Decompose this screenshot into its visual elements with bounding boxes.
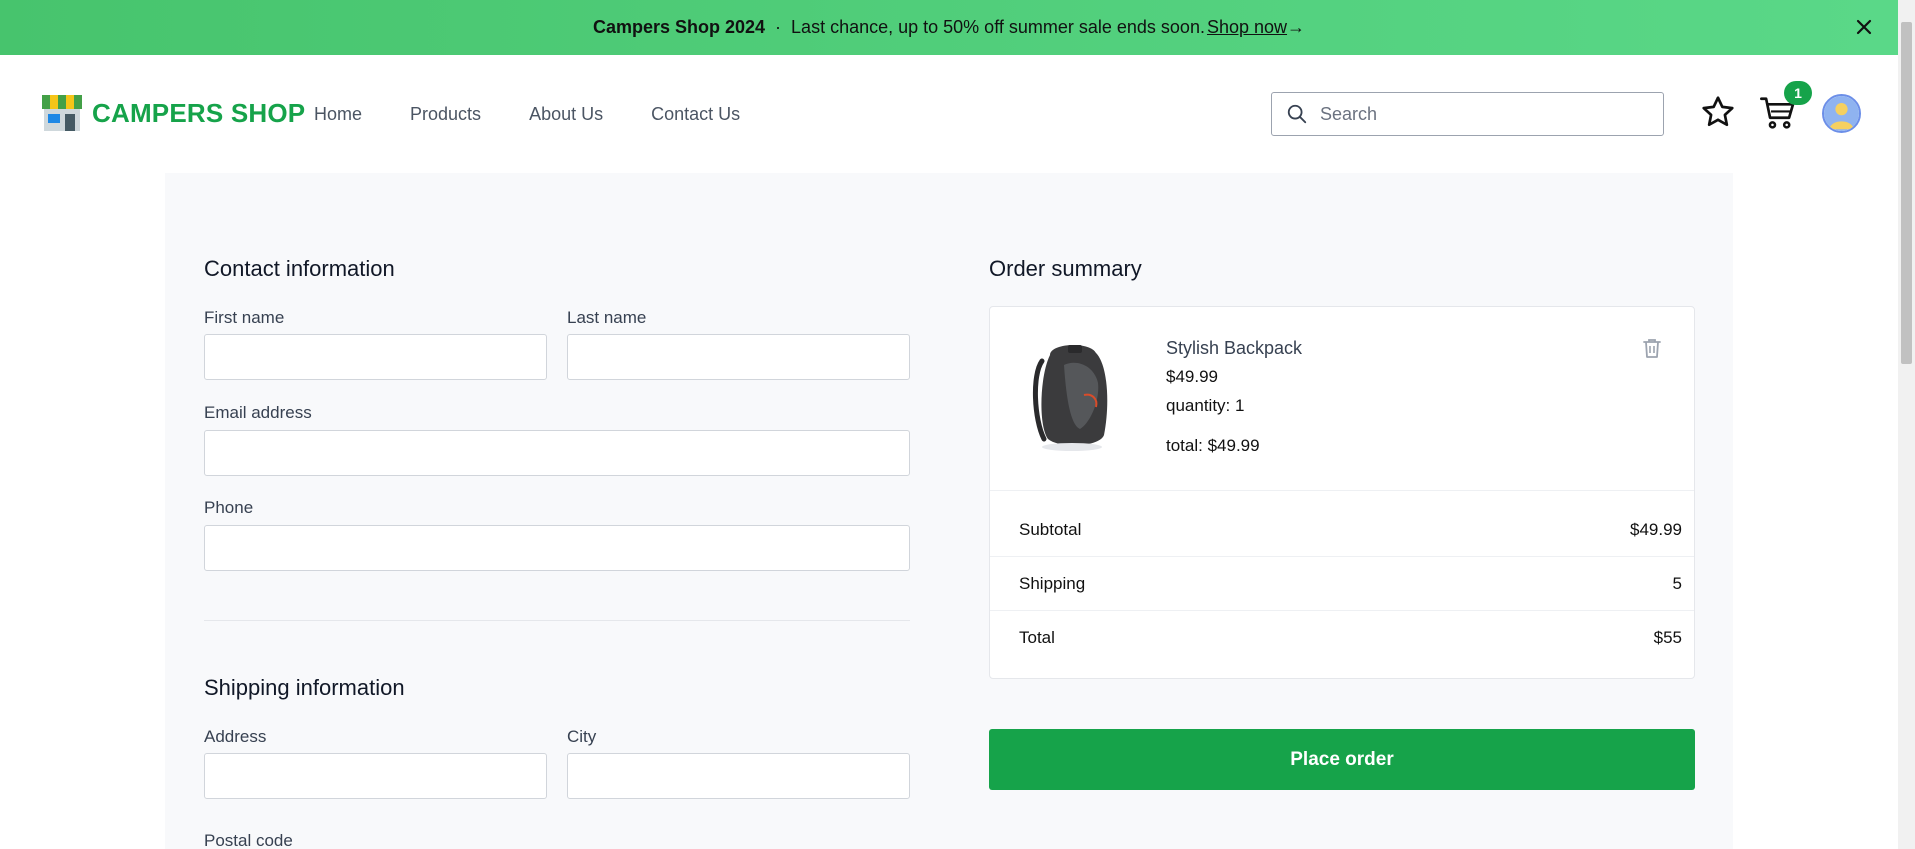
shipping-label: Shipping [1019,574,1086,593]
summary-divider [990,610,1694,611]
announcement-banner: Campers Shop 2024 · Last chance, up to 5… [0,0,1898,55]
arrow-right-icon: → [1287,17,1306,37]
shipping-info-title: Shipping information [204,675,405,700]
nav-products[interactable]: Products [410,104,481,125]
cart-count-badge: 1 [1784,81,1812,105]
search-icon [1287,104,1307,124]
order-summary-title: Order summary [989,256,1142,281]
product-total: total: $49.99 [1166,436,1260,455]
total-value: $55 [1653,628,1682,647]
address-field[interactable] [204,753,547,799]
logo[interactable]: CAMPERS SHOP [40,93,305,133]
email-field[interactable] [204,430,910,476]
contact-info-title: Contact information [204,256,395,281]
total-label: Total [1019,628,1055,647]
city-label: City [567,727,597,746]
search-input[interactable] [1320,103,1640,125]
banner-message: Last chance, up to 50% off summer sale e… [791,17,1205,37]
last-name-label: Last name [567,308,647,327]
section-divider [204,620,910,621]
search-box [1271,92,1664,136]
city-field[interactable] [567,753,910,799]
postal-code-label: Postal code [204,831,293,849]
product-name[interactable]: Stylish Backpack [1166,338,1302,359]
page-scrollbar[interactable] [1898,0,1915,849]
place-order-button[interactable]: Place order [989,729,1695,790]
avatar-icon [1824,96,1859,131]
subtotal-value: $49.99 [1630,520,1682,539]
main-nav: Home Products About Us Contact Us [314,104,740,125]
close-icon[interactable] [1852,15,1876,39]
summary-divider [990,490,1694,491]
subtotal-label: Subtotal [1019,520,1082,539]
nav-home[interactable]: Home [314,104,362,125]
first-name-label: First name [204,308,285,327]
scrollbar-thumb[interactable] [1901,22,1912,364]
site-header: CAMPERS SHOP Home Products About Us Cont… [0,55,1898,173]
banner-brand: Campers Shop 2024 [592,17,766,37]
phone-label: Phone [204,498,254,517]
backpack-image [1033,344,1108,451]
banner-separator: · [775,17,782,37]
address-label: Address [204,727,267,746]
last-name-field[interactable] [567,334,910,380]
star-icon[interactable] [1700,94,1736,130]
shipping-value: 5 [1672,574,1682,593]
first-name-field[interactable] [204,334,547,380]
store-icon [42,95,82,131]
avatar[interactable] [1822,94,1861,133]
shop-now-link[interactable]: Shop now [1207,17,1287,38]
product-price: $49.99 [1166,367,1218,386]
logo-text: CAMPERS SHOP [92,97,306,128]
email-label: Email address [204,403,312,422]
product-quantity: quantity: 1 [1166,396,1245,415]
phone-field[interactable] [204,525,910,571]
nav-contact-us[interactable]: Contact Us [651,104,740,125]
nav-about-us[interactable]: About Us [529,104,603,125]
trash-icon[interactable] [1640,336,1664,360]
summary-divider [990,556,1694,557]
